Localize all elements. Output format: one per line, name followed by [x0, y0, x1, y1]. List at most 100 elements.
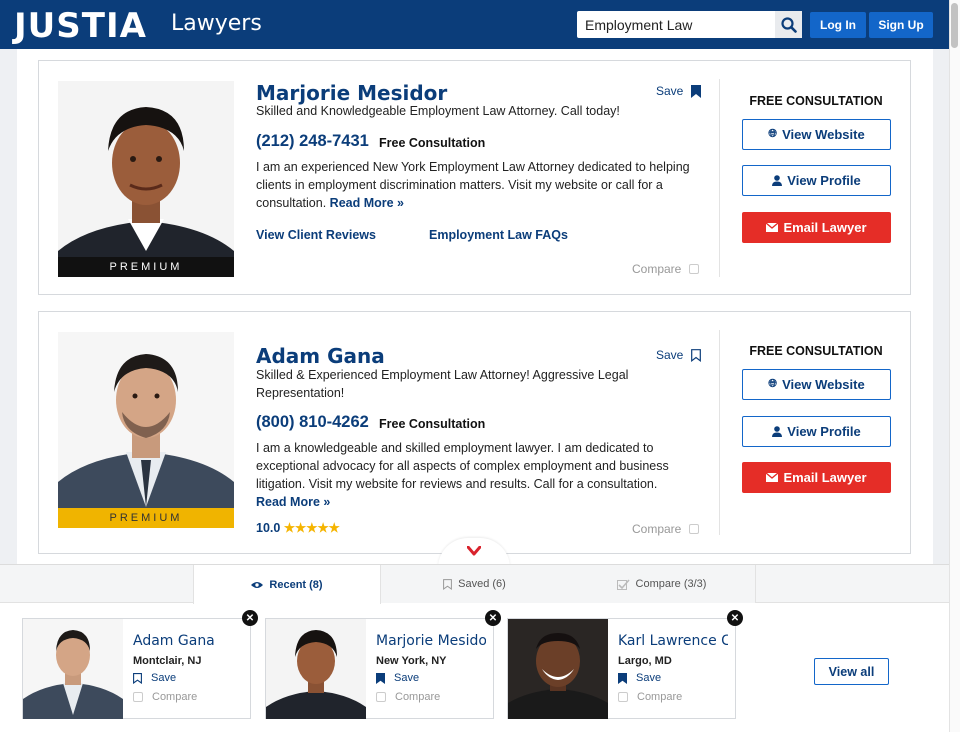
- description-text: I am a knowledgeable and skilled employm…: [256, 441, 669, 491]
- free-consultation-label: Free Consultation: [379, 417, 486, 431]
- email-lawyer-label: Email Lawyer: [783, 220, 867, 235]
- search-box: [577, 11, 802, 38]
- client-reviews-link[interactable]: View Client Reviews: [256, 228, 376, 242]
- recent-lawyer-card[interactable]: Karl Lawrence Ch Largo, MD Save Compare …: [507, 610, 743, 719]
- login-button[interactable]: Log In: [810, 12, 866, 38]
- divider: [719, 79, 720, 277]
- bookmark-outline-icon: [443, 578, 453, 590]
- email-lawyer-button[interactable]: Email Lawyer: [742, 462, 891, 493]
- scrollbar-thumb[interactable]: [951, 3, 958, 48]
- lawyer-phone[interactable]: (212) 248-7431: [256, 132, 369, 151]
- save-button[interactable]: Save: [133, 672, 176, 684]
- lawyers-logo-text[interactable]: Lawyers: [171, 11, 262, 36]
- user-icon: [772, 426, 783, 437]
- checkbox-icon: [618, 692, 628, 702]
- view-profile-button[interactable]: View Profile: [742, 416, 891, 447]
- email-lawyer-label: Email Lawyer: [783, 470, 867, 485]
- compare-checkbox[interactable]: Compare: [133, 691, 197, 703]
- tab-recent[interactable]: Recent (8): [193, 565, 381, 604]
- envelope-icon: [766, 473, 779, 482]
- lawyer-tagline: Skilled & Experienced Employment Law Att…: [256, 368, 629, 400]
- save-button[interactable]: Save: [656, 84, 702, 98]
- save-button[interactable]: Save: [656, 348, 702, 362]
- compare-label: Compare: [632, 262, 682, 276]
- checkbox-icon: [133, 692, 143, 702]
- lawyer-description: I am a knowledgeable and skilled employm…: [256, 439, 706, 511]
- save-button[interactable]: Save: [618, 672, 661, 684]
- compare-checkbox[interactable]: Compare: [632, 522, 700, 536]
- bookmark-outline-icon: [691, 348, 702, 362]
- view-website-label: View Website: [782, 127, 865, 142]
- checkbox-icon: [689, 524, 700, 534]
- lawyer-thumbnail[interactable]: [23, 619, 123, 719]
- tab-compare[interactable]: Compare (3/3): [568, 565, 756, 603]
- search-button[interactable]: [775, 11, 802, 38]
- compare-label: Compare: [637, 691, 683, 703]
- lawyer-thumbnail[interactable]: [266, 619, 366, 719]
- lawyer-description: I am an experienced New York Employment …: [256, 158, 706, 212]
- scrollbar[interactable]: [949, 0, 960, 732]
- lawyer-thumbnail[interactable]: [508, 619, 608, 719]
- search-input[interactable]: [577, 11, 775, 38]
- rating-value: 10.0: [256, 521, 281, 535]
- view-website-button[interactable]: 🌐︎ View Website: [742, 369, 891, 400]
- save-label: Save: [636, 672, 662, 684]
- close-icon: ✕: [730, 612, 740, 624]
- remove-button[interactable]: ✕: [727, 610, 743, 626]
- recent-lawyer-card[interactable]: Marjorie Mesidor New York, NY Save Compa…: [265, 610, 501, 719]
- remove-button[interactable]: ✕: [485, 610, 501, 626]
- view-profile-label: View Profile: [787, 173, 861, 188]
- free-consultation-heading: FREE CONSULTATION: [749, 344, 883, 358]
- chevron-down-icon: [467, 546, 481, 556]
- save-button[interactable]: Save: [376, 672, 419, 684]
- tab-compare-label: Compare (3/3): [635, 578, 707, 590]
- bookmark-filled-icon: [691, 84, 702, 98]
- envelope-icon: [766, 223, 779, 232]
- email-lawyer-button[interactable]: Email Lawyer: [742, 212, 891, 243]
- lawyer-name[interactable]: Adam Gana: [256, 344, 385, 368]
- user-icon: [772, 175, 783, 186]
- free-consultation-label: Free Consultation: [379, 136, 486, 150]
- compare-checkbox[interactable]: Compare: [632, 262, 700, 276]
- lawyer-listing-card: PREMIUM Adam Gana Skilled & Experienced …: [38, 311, 911, 554]
- justia-logo[interactable]: JUSTIA: [14, 6, 147, 46]
- read-more-link[interactable]: Read More »: [256, 495, 330, 509]
- lawyer-listing-card: PREMIUM Marjorie Mesidor Skilled and Kno…: [38, 60, 911, 295]
- recent-lawyers-tray: Recent (8) Saved (6) Compare (3/3) Adam …: [0, 564, 949, 732]
- view-website-button[interactable]: 🌐︎ View Website: [742, 119, 891, 150]
- tab-saved[interactable]: Saved (6): [381, 565, 569, 603]
- compare-checkbox[interactable]: Compare: [376, 691, 440, 703]
- recent-lawyer-name[interactable]: Adam Gana: [133, 633, 243, 649]
- bookmark-outline-icon: [133, 672, 142, 684]
- bookmark-filled-icon: [618, 672, 627, 684]
- faqs-link[interactable]: Employment Law FAQs: [429, 228, 568, 242]
- recent-lawyer-card[interactable]: Adam Gana Montclair, NJ Save Compare ✕: [22, 610, 258, 719]
- portrait-illustration: [58, 107, 234, 277]
- recent-lawyer-name[interactable]: Marjorie Mesidor: [376, 633, 486, 649]
- compare-checkbox[interactable]: Compare: [618, 691, 682, 703]
- view-profile-button[interactable]: View Profile: [742, 165, 891, 196]
- close-icon: ✕: [245, 612, 255, 624]
- description-text: I am an experienced New York Employment …: [256, 160, 690, 210]
- recent-lawyer-location: Montclair, NJ: [133, 655, 202, 667]
- rating[interactable]: 10.0 ★★★★★: [256, 520, 340, 535]
- remove-button[interactable]: ✕: [242, 610, 258, 626]
- save-label: Save: [394, 672, 420, 684]
- lawyer-photo[interactable]: PREMIUM: [58, 81, 234, 277]
- divider: [719, 330, 720, 535]
- checkbox-checked-icon: [616, 578, 630, 590]
- compare-label: Compare: [632, 522, 682, 536]
- lawyer-phone[interactable]: (800) 810-4262: [256, 413, 369, 432]
- compare-label: Compare: [395, 691, 441, 703]
- bookmark-filled-icon: [376, 672, 385, 684]
- recent-lawyer-location: New York, NY: [376, 655, 447, 667]
- signup-button[interactable]: Sign Up: [869, 12, 933, 38]
- lawyer-photo[interactable]: PREMIUM: [58, 332, 234, 528]
- view-all-button[interactable]: View all: [814, 658, 889, 685]
- recent-lawyer-name[interactable]: Karl Lawrence Ch: [618, 633, 728, 649]
- premium-badge: PREMIUM: [58, 257, 234, 277]
- search-icon: [780, 16, 797, 33]
- premium-badge: PREMIUM: [58, 508, 234, 528]
- read-more-link[interactable]: Read More »: [330, 196, 404, 210]
- eye-icon: [251, 581, 264, 588]
